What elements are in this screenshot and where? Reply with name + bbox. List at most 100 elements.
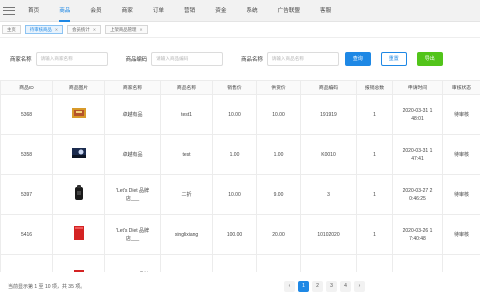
product-code-input[interactable]: 请输入商品编码 [151,52,224,66]
tab-home[interactable]: 主页 [2,25,21,34]
nav-item-products[interactable]: 商品 [59,0,71,22]
cell-image [52,94,105,135]
cell-price: 10.00 [212,94,257,135]
nav-item-orders[interactable]: 订单 [153,0,164,22]
merchant-name-label: 商家名称 [10,57,32,63]
column-header[interactable]: 申请时间 [392,80,443,95]
nav-item-ad-alliance[interactable]: 广告联盟 [278,0,300,22]
tab-pending-review[interactable]: 待审核商品 ✕ [24,25,64,34]
page-button-2[interactable]: 2 [312,280,323,292]
cell-count: 1 [356,214,393,255]
column-header[interactable]: 商品编码 [300,80,357,95]
close-icon[interactable]: ✕ [93,27,96,33]
tab-member-stats[interactable]: 会员统计 ✕ [67,25,102,34]
cell-price: 10.00 [212,174,257,215]
table-row[interactable]: 5368 卓越有品 test1 10.00 10.00 191919 1 202… [0,94,480,135]
column-header[interactable]: 销售价 [212,80,257,95]
table-row[interactable]: 5416 'Let's Diet 品牌 店___ xinglixiang 100… [0,214,480,255]
product-name-input[interactable]: 请输入商品名称 [266,52,339,66]
cell-count: 1 [356,94,393,135]
cell-price: 100.00 [212,214,257,255]
column-header[interactable]: 商品图片 [52,80,105,95]
page-button-3[interactable]: 3 [326,280,337,292]
export-button[interactable]: 导出 [416,52,443,66]
tab-strip: 主页 待审核商品 ✕ 会员统计 ✕ 上架商品管理 ✕ [0,22,480,38]
cell-supply-price: 20.00 [256,214,301,255]
tab-label: 会员统计 [72,26,90,32]
cell-name: test [160,134,213,175]
column-header[interactable]: 商家名称 [104,80,161,95]
table-row[interactable]: 5358 卓越有品 test 1.00 1.00 K0010 1 2020-03… [0,134,480,175]
product-thumbnail[interactable] [74,185,84,201]
product-thumbnail[interactable] [71,108,86,118]
cell-merchant: 卓越有品 [104,134,161,175]
cell-supply-price: 1.00 [256,134,301,175]
pagination: ‹ 1 2 3 4 › [284,280,368,292]
prev-page-button[interactable]: ‹ [284,280,295,292]
close-icon[interactable]: ✕ [139,27,142,33]
nav-item-system[interactable]: 系统 [246,0,257,22]
reset-button[interactable]: 重置 [380,52,407,66]
cell-count: 1 [356,174,393,215]
cell-name: 二折 [160,174,213,215]
nav-item-members[interactable]: 会员 [90,0,101,22]
cell-status: 待审核 [442,174,480,215]
cell-status: 待审核 [442,134,480,175]
cell-image [52,214,105,255]
pagination-summary: 当前显示第 1 至 10 项，共 35 项。 [8,283,86,290]
cell-merchant: 'Let's Diet 品牌 店___ [104,174,161,215]
nav-item-merchants[interactable]: 商家 [122,0,133,22]
cell-code: 3 [300,174,357,215]
cell-time: 2020-03-27 2 0:46:25 [392,174,443,215]
merchant-name-input[interactable]: 请输入商家名称 [35,52,108,66]
column-header[interactable]: 商品名称 [160,80,213,95]
cell-id: 5416 [0,214,53,255]
nav-item-funds[interactable]: 资金 [215,0,226,22]
top-navigation: 首页 商品 会员 商家 订单 营销 资金 系统 广告联盟 客服 [0,0,480,22]
cell-id: 5397 [0,174,53,215]
cell-code: 10102020 [300,214,357,255]
column-header[interactable]: 供货价 [256,80,301,95]
cell-merchant: 'Let's Diet 品牌 店___ [104,214,161,255]
cell-status: 待审核 [442,94,480,135]
table-footer: 当前显示第 1 至 10 项，共 35 项。 ‹ 1 2 3 4 › [0,272,480,300]
product-thumbnail[interactable] [73,226,84,240]
search-form: 商家名称 请输入商家名称 商品编码 请输入商品编码 商品名称 请输入商品名称 查… [0,38,480,80]
next-page-button[interactable]: › [354,280,365,292]
cell-time: 2020-03-26 1 7:40:48 [392,214,443,255]
page-button-4[interactable]: 4 [340,280,351,292]
column-header[interactable]: 商品ID [0,80,53,95]
product-thumbnail[interactable] [71,148,86,158]
cell-status: 待审核 [442,214,480,255]
table-row[interactable]: 5397 'Let's Diet 品牌 店___ 二折 10.00 9.00 3… [0,174,480,215]
product-name-label: 商品名称 [241,57,263,63]
cell-merchant: 卓越有品 [104,94,161,135]
product-table-container: 商品ID 商品图片 商家名称 商品名称 销售价 供货价 商品编码 报销总数 申请… [0,80,480,298]
table-header-row: 商品ID 商品图片 商家名称 商品名称 销售价 供货价 商品编码 报销总数 申请… [0,80,480,95]
cell-time: 2020-03-31 1 48:01 [392,94,443,135]
nav-item-customer-service[interactable]: 客服 [320,0,331,22]
tab-label: 上架商品管理 [110,26,137,32]
cell-id: 5368 [0,94,53,135]
cell-code: 191919 [300,94,357,135]
cell-price: 1.00 [212,134,257,175]
cell-code: K0010 [300,134,357,175]
cell-name: xinglixiang [160,214,213,255]
nav-item-marketing[interactable]: 营销 [184,0,195,22]
cell-image [52,134,105,175]
product-code-label: 商品编码 [125,57,148,63]
query-button[interactable]: 查询 [344,52,371,66]
close-icon[interactable]: ✕ [55,27,58,33]
cell-time: 2020-03-31 1 47:41 [392,134,443,175]
product-table: 商品ID 商品图片 商家名称 商品名称 销售价 供货价 商品编码 报销总数 申请… [0,80,480,295]
cell-name: test1 [160,94,213,135]
nav-item-home[interactable]: 首页 [28,0,39,22]
tab-listed-products[interactable]: 上架商品管理 ✕ [105,25,148,34]
column-header[interactable]: 审核状态 [442,80,480,95]
cell-count: 1 [356,134,393,175]
hamburger-icon[interactable] [2,5,16,17]
page-button-1[interactable]: 1 [298,280,309,292]
cell-supply-price: 9.00 [256,174,301,215]
cell-supply-price: 10.00 [256,94,301,135]
column-header[interactable]: 报销总数 [356,80,393,95]
